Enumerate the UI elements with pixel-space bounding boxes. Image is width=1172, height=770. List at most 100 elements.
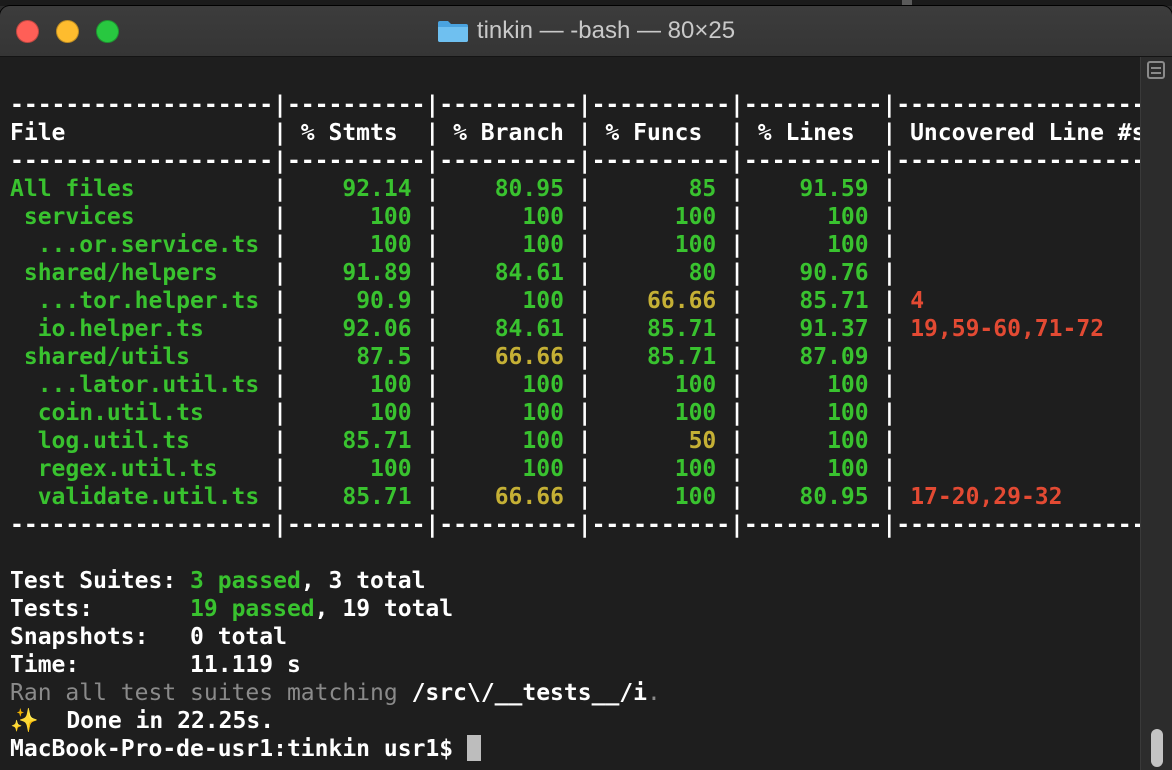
row-branch: 66.66 — [453, 344, 564, 370]
row-lines: 100 — [757, 372, 869, 398]
tests-passed: 19 passed — [190, 596, 315, 622]
table-row: shared/utils | 87.5 | 66.66 | 85.71 | 87… — [10, 344, 911, 370]
row-branch: 100 — [453, 288, 564, 314]
row-branch: 100 — [453, 232, 564, 258]
row-file: services — [10, 204, 274, 230]
row-file: ...tor.helper.ts — [10, 288, 274, 314]
table-separator-header: -------------------|----------|---------… — [10, 148, 1160, 174]
row-funcs: 66.66 — [605, 288, 717, 314]
row-funcs: 100 — [605, 484, 717, 510]
text-cursor — [466, 735, 481, 761]
row-stmts: 92.06 — [300, 316, 412, 342]
row-funcs: 100 — [605, 456, 717, 482]
row-lines: 100 — [757, 428, 869, 454]
done-line: ✨ Done in 22.25s. — [10, 708, 275, 734]
summary-time: Time: 11.119 s — [10, 652, 301, 678]
row-file: shared/utils — [10, 344, 274, 370]
row-funcs: 85.71 — [605, 344, 717, 370]
row-lines: 100 — [757, 400, 869, 426]
row-lines: 100 — [757, 232, 869, 258]
row-lines: 90.76 — [757, 260, 869, 286]
row-stmts: 87.5 — [300, 344, 412, 370]
folder-icon — [437, 21, 468, 42]
row-branch: 80.95 — [453, 176, 564, 202]
summary-snapshots: Snapshots: 0 total — [10, 624, 287, 650]
row-branch: 100 — [453, 372, 564, 398]
sparkles-icon: ✨ — [10, 708, 39, 734]
table-row: All files | 92.14 | 80.95 | 85 | 91.59 | — [10, 176, 911, 202]
table-row: validate.util.ts | 85.71 | 66.66 | 100 |… — [10, 484, 1063, 510]
row-branch: 84.61 — [453, 316, 564, 342]
title-bar[interactable]: tinkin — -bash — 80×25 — [0, 6, 1172, 57]
row-file: coin.util.ts — [10, 400, 274, 426]
row-funcs: 100 — [605, 204, 717, 230]
terminal-window: tinkin — -bash — 80×25 -----------------… — [0, 6, 1172, 770]
summary-suites: Test Suites: 3 passed, 3 total — [10, 568, 426, 594]
row-funcs: 100 — [605, 372, 717, 398]
table-separator-bottom: -------------------|----------|---------… — [10, 512, 1160, 538]
shell-prompt[interactable]: MacBook-Pro-de-usr1:tinkin usr1$ — [10, 735, 1159, 763]
table-row: shared/helpers | 91.89 | 84.61 | 80 | 90… — [10, 260, 911, 286]
row-stmts: 100 — [300, 204, 412, 230]
row-file: io.helper.ts — [10, 316, 274, 342]
row-uncovered: 19,59-60,71-72 — [910, 316, 1105, 342]
vertical-scrollbar[interactable] — [1140, 57, 1172, 770]
terminal-output: -------------------|----------|---------… — [10, 91, 1159, 763]
table-separator-top: -------------------|----------|---------… — [10, 92, 1160, 118]
summary-tests: Tests: 19 passed, 19 total — [10, 596, 454, 622]
row-funcs: 100 — [605, 400, 717, 426]
row-funcs: 85.71 — [605, 316, 717, 342]
terminal-content[interactable]: -------------------|----------|---------… — [0, 57, 1159, 770]
table-row: log.util.ts | 85.71 | 100 | 50 | 100 | — [10, 428, 911, 454]
row-funcs: 85 — [605, 176, 717, 202]
row-file: validate.util.ts — [10, 484, 274, 510]
row-file: regex.util.ts — [10, 456, 274, 482]
row-stmts: 100 — [300, 400, 412, 426]
row-file: ...or.service.ts — [10, 232, 274, 258]
table-row: io.helper.ts | 92.06 | 84.61 | 85.71 | 9… — [10, 316, 1105, 342]
window-title: tinkin — -bash — 80×25 — [476, 17, 736, 44]
row-stmts: 100 — [300, 456, 412, 482]
row-uncovered: 4 — [910, 288, 925, 314]
row-funcs: 100 — [605, 232, 717, 258]
table-row: ...or.service.ts | 100 | 100 | 100 | 100… — [10, 232, 911, 258]
scrollbar-thumb[interactable] — [1151, 729, 1163, 767]
row-file: log.util.ts — [10, 428, 274, 454]
table-row: regex.util.ts | 100 | 100 | 100 | 100 | — [10, 456, 911, 482]
split-pane-icon[interactable] — [1147, 61, 1165, 79]
row-funcs: 50 — [605, 428, 717, 454]
table-row: ...tor.helper.ts | 90.9 | 100 | 66.66 | … — [10, 288, 925, 314]
row-stmts: 92.14 — [300, 176, 412, 202]
row-stmts: 100 — [300, 372, 412, 398]
row-file: shared/helpers — [10, 260, 274, 286]
row-file: All files — [10, 176, 274, 202]
row-lines: 91.59 — [757, 176, 869, 202]
row-branch: 100 — [453, 428, 564, 454]
row-stmts: 91.89 — [300, 260, 412, 286]
row-funcs: 80 — [605, 260, 717, 286]
row-branch: 100 — [453, 400, 564, 426]
row-stmts: 85.71 — [300, 484, 412, 510]
row-uncovered: 17-20,29-32 — [910, 484, 1063, 510]
table-row: coin.util.ts | 100 | 100 | 100 | 100 | — [10, 400, 911, 426]
row-lines: 100 — [757, 456, 869, 482]
row-branch: 66.66 — [453, 484, 564, 510]
row-branch: 84.61 — [453, 260, 564, 286]
row-lines: 100 — [757, 204, 869, 230]
row-stmts: 100 — [300, 232, 412, 258]
row-stmts: 90.9 — [300, 288, 412, 314]
row-lines: 80.95 — [757, 484, 869, 510]
window-title-container: tinkin — -bash — 80×25 — [0, 6, 1172, 56]
row-lines: 85.71 — [757, 288, 869, 314]
table-row: services | 100 | 100 | 100 | 100 | — [10, 204, 911, 230]
row-lines: 91.37 — [757, 316, 869, 342]
row-branch: 100 — [453, 204, 564, 230]
table-row: ...lator.util.ts | 100 | 100 | 100 | 100… — [10, 372, 911, 398]
row-lines: 87.09 — [757, 344, 869, 370]
table-header: File | % Stmts | % Branch | % Funcs | % … — [10, 120, 1146, 146]
row-branch: 100 — [453, 456, 564, 482]
suites-passed: 3 passed — [190, 568, 301, 594]
row-stmts: 85.71 — [300, 428, 412, 454]
row-file: ...lator.util.ts — [10, 372, 274, 398]
